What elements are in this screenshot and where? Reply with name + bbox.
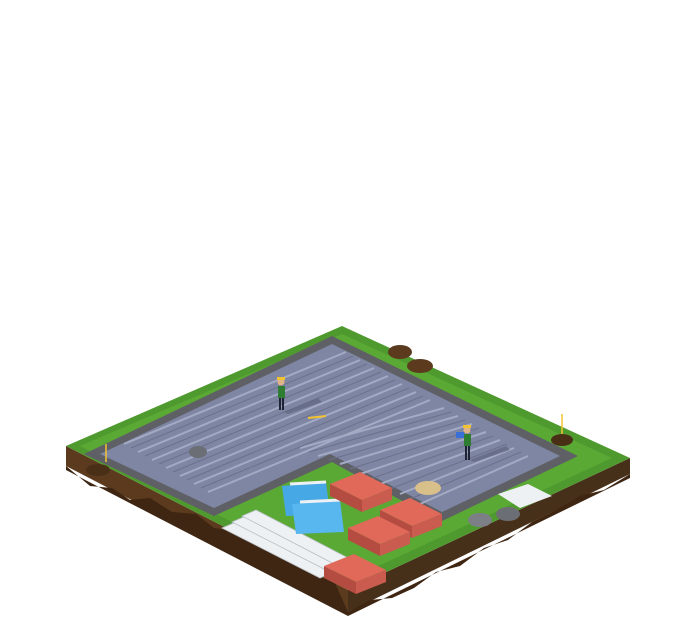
dirt-mound-4 xyxy=(86,464,110,476)
glass-frame-2 xyxy=(299,498,341,504)
glass-frame-1 xyxy=(289,480,327,486)
construction-site-scene xyxy=(66,326,630,616)
rock-on-slab xyxy=(189,446,207,458)
dirt-mound-1 xyxy=(388,345,412,359)
sand-pile xyxy=(415,481,441,495)
glass-panel-2 xyxy=(292,500,344,534)
rock-gray-1 xyxy=(468,513,492,527)
rock-gray-2 xyxy=(496,507,520,521)
dirt-mound-2 xyxy=(407,359,433,373)
dirt-mound-3 xyxy=(551,434,573,446)
